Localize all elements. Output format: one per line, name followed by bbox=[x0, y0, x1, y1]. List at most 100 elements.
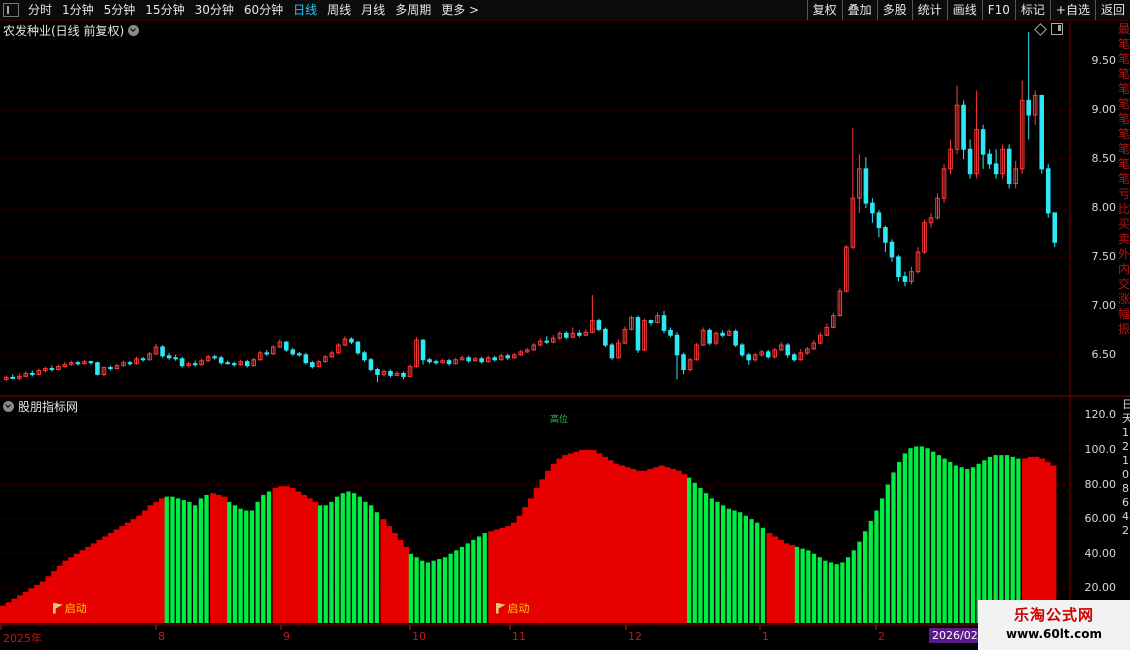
indicator-bar bbox=[420, 560, 425, 623]
indicator-bar bbox=[124, 522, 131, 623]
indicator-bar bbox=[965, 468, 970, 623]
indicator-bar bbox=[1038, 458, 1046, 623]
date-tick-label: 2 bbox=[878, 630, 885, 643]
indicator-bar bbox=[794, 546, 800, 623]
kline-chart[interactable] bbox=[0, 0, 1130, 650]
indicator-bar bbox=[840, 562, 845, 623]
indicator-bar bbox=[227, 501, 232, 623]
date-highlight: 2026/02/ bbox=[929, 628, 985, 643]
date-tick-label: 8 bbox=[158, 630, 165, 643]
indicator-bar bbox=[232, 505, 238, 623]
candle-body bbox=[733, 330, 738, 346]
indicator-bar bbox=[579, 449, 586, 623]
indicator-bar bbox=[914, 446, 919, 623]
indicator-bar bbox=[312, 501, 319, 623]
indicator-bar bbox=[862, 531, 868, 623]
indicator-bar bbox=[664, 467, 671, 623]
indicator-bar bbox=[317, 505, 323, 623]
indicator-bar bbox=[618, 465, 625, 623]
indicator-bar bbox=[533, 488, 540, 623]
indicator-bar bbox=[766, 533, 773, 623]
candle-body bbox=[739, 344, 745, 356]
chevron-down-icon[interactable] bbox=[3, 401, 14, 412]
candle-body bbox=[355, 341, 361, 354]
candle-body bbox=[980, 129, 986, 155]
price-tick-label: 8.50 bbox=[1091, 152, 1117, 166]
candle-body bbox=[231, 363, 237, 366]
candle-body bbox=[1006, 148, 1012, 185]
indicator-bar bbox=[391, 533, 398, 623]
candle-body bbox=[108, 367, 113, 370]
flag-icon bbox=[495, 602, 506, 614]
indicator-bar bbox=[851, 550, 856, 623]
indicator-bar bbox=[806, 550, 811, 623]
watermark-url: www.60lt.com bbox=[1005, 627, 1103, 641]
indicator-bar bbox=[681, 474, 688, 623]
indicator-bar bbox=[704, 493, 709, 623]
indicator-bar bbox=[488, 531, 495, 623]
indicator-bar bbox=[210, 493, 217, 623]
indicator-bar bbox=[119, 526, 126, 623]
indicator-bar bbox=[363, 501, 368, 623]
indicator-bar bbox=[437, 558, 442, 623]
candle-body bbox=[674, 334, 680, 356]
indicator-bar bbox=[885, 484, 890, 623]
candle-body bbox=[225, 362, 230, 365]
indicator-bar bbox=[113, 529, 120, 623]
indicator-bar bbox=[459, 546, 465, 623]
candle-body bbox=[492, 357, 497, 361]
indicator-bar bbox=[329, 501, 334, 623]
indicator-bar bbox=[334, 496, 340, 623]
indicator-bar bbox=[176, 498, 181, 623]
indicator-bar bbox=[743, 515, 748, 623]
indicator-bar bbox=[1010, 456, 1015, 623]
indicator-bar bbox=[545, 470, 552, 623]
candle-body bbox=[564, 332, 569, 338]
candle-body bbox=[876, 212, 882, 229]
indicator-bar bbox=[374, 512, 379, 623]
indicator-bar bbox=[266, 491, 272, 623]
indicator-bar bbox=[244, 510, 249, 623]
indicator-bar bbox=[698, 488, 703, 623]
indicator-bar bbox=[607, 460, 614, 623]
indicator-bar bbox=[732, 510, 737, 623]
indicator-bar bbox=[272, 488, 279, 623]
indicator-bar bbox=[380, 519, 387, 623]
candle-body bbox=[668, 329, 673, 336]
indicator-bar bbox=[987, 456, 993, 623]
indicator-bar bbox=[442, 557, 448, 623]
indicator-bar bbox=[902, 453, 907, 623]
indicator-bar bbox=[283, 486, 290, 623]
price-tick-label: 9.00 bbox=[1091, 103, 1117, 117]
watermark-title: 乐淘公式网 bbox=[1013, 606, 1094, 624]
indicator-bar bbox=[811, 553, 817, 623]
indicator-bar bbox=[908, 448, 913, 623]
start-signal: 启动 bbox=[52, 600, 87, 616]
candle-body bbox=[505, 355, 510, 359]
indicator-bar bbox=[897, 462, 902, 623]
date-tick-label: 10 bbox=[412, 630, 426, 643]
indicator-bar bbox=[953, 465, 959, 623]
indicator-bar bbox=[556, 458, 563, 623]
indicator-bar bbox=[136, 515, 143, 623]
indicator-bar bbox=[999, 455, 1004, 623]
indicator-bar bbox=[28, 588, 35, 623]
indicator-bar bbox=[465, 543, 470, 623]
candle-body bbox=[212, 356, 217, 359]
indicator-title: 股朋指标网 bbox=[18, 400, 79, 414]
indicator-tick-label: 100.0 bbox=[1084, 442, 1117, 456]
indicator-bar bbox=[880, 498, 885, 623]
indicator-bar bbox=[90, 543, 97, 623]
indicator-bar bbox=[749, 519, 754, 623]
indicator-bar bbox=[1033, 456, 1040, 623]
flag-icon bbox=[52, 602, 63, 614]
indicator-bar bbox=[993, 455, 998, 623]
indicator-bar bbox=[834, 564, 839, 623]
indicator-bar bbox=[669, 468, 677, 623]
indicator-bar bbox=[352, 493, 357, 623]
indicator-bar bbox=[755, 522, 760, 623]
candle-body bbox=[420, 339, 426, 361]
indicator-tick-label: 120.0 bbox=[1084, 408, 1117, 422]
candle-body bbox=[297, 353, 302, 356]
indicator-bar bbox=[726, 508, 731, 623]
